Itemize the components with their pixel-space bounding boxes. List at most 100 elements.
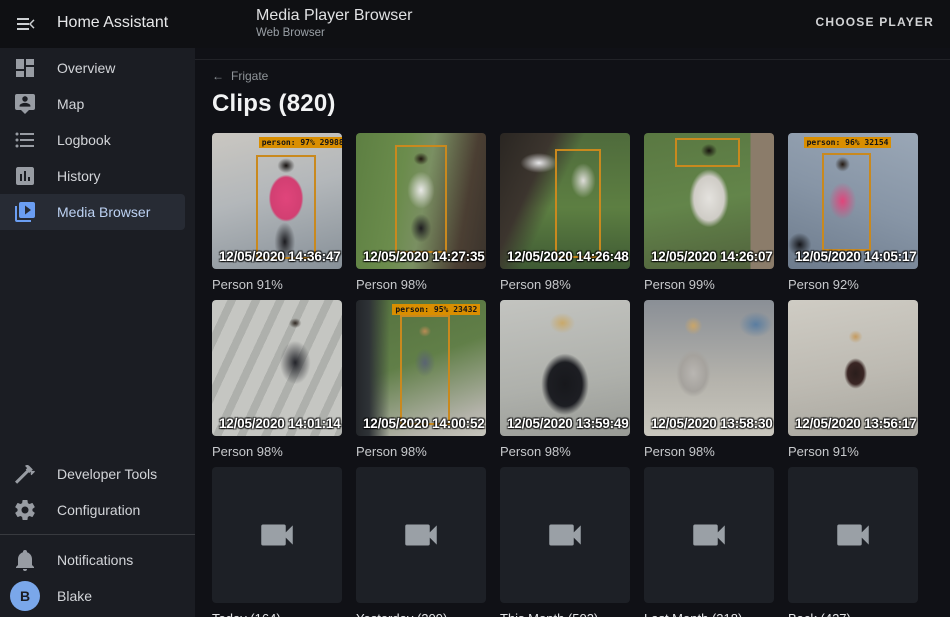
video-camera-icon xyxy=(256,514,298,556)
folder-card-last-month: Last Month (318) xyxy=(644,467,774,617)
folder-thumbnail[interactable] xyxy=(500,467,630,603)
sidebar: Overview Map Logbook History Media Brows… xyxy=(0,48,195,617)
sidebar-item-label: Overview xyxy=(57,60,115,76)
clip-caption: Person 98% xyxy=(356,276,486,294)
detection-bbox xyxy=(256,155,316,260)
sidebar-footer: Notifications B Blake xyxy=(0,542,195,617)
sidebar-item-label: Notifications xyxy=(57,552,133,568)
sidebar-spacer xyxy=(0,230,195,456)
bell-icon xyxy=(13,548,37,572)
app-bar: Home Assistant Media Player Browser Web … xyxy=(0,0,950,48)
video-camera-icon xyxy=(832,514,874,556)
clip-timestamp: 12/05/2020 13:59:49 xyxy=(507,416,629,431)
back-arrow-icon: ← xyxy=(212,69,224,83)
sidebar-item-user[interactable]: B Blake xyxy=(0,578,185,614)
clip-thumbnail[interactable]: person: 95% 23432 12/05/2020 14:00:52 xyxy=(356,300,486,436)
folder-card-back: Back (427) xyxy=(788,467,918,617)
clip-timestamp: 12/05/2020 14:36:47 xyxy=(219,249,341,264)
clip-thumbnail[interactable]: 12/05/2020 14:01:14 xyxy=(212,300,342,436)
clip-thumbnail[interactable]: 12/05/2020 14:26:48 xyxy=(500,133,630,269)
clip-caption: Person 92% xyxy=(788,276,918,294)
page-title: Media Player Browser xyxy=(256,6,413,26)
detection-label: person: 97% 29988 xyxy=(259,137,342,148)
sidebar-toggle-icon[interactable] xyxy=(14,12,38,36)
breadcrumb-label: Frigate xyxy=(231,69,268,83)
clip-card: 12/05/2020 14:27:35 Person 98% xyxy=(356,133,486,294)
page-header: Media Player Browser Web Browser xyxy=(256,6,413,40)
video-camera-icon xyxy=(688,514,730,556)
app-title: Home Assistant xyxy=(57,14,168,32)
folder-card-yesterday: Yesterday (209) xyxy=(356,467,486,617)
sidebar-item-label: Map xyxy=(57,96,84,112)
sidebar-item-overview[interactable]: Overview xyxy=(0,50,185,86)
clip-caption: Person 98% xyxy=(212,443,342,461)
folder-card-this-month: This Month (502) xyxy=(500,467,630,617)
dashboard-icon xyxy=(13,56,37,80)
user-name: Blake xyxy=(57,588,92,604)
clip-timestamp: 12/05/2020 13:56:17 xyxy=(795,416,917,431)
sidebar-item-history[interactable]: History xyxy=(0,158,185,194)
sidebar-item-configuration[interactable]: Configuration xyxy=(0,492,185,528)
video-camera-icon xyxy=(544,514,586,556)
folder-card-today: Today (164) xyxy=(212,467,342,617)
folder-thumbnail[interactable] xyxy=(212,467,342,603)
clip-thumbnail[interactable]: 12/05/2020 13:58:30 xyxy=(644,300,774,436)
clip-card: 12/05/2020 13:56:17 Person 91% xyxy=(788,300,918,461)
detection-bbox xyxy=(400,315,449,425)
hammer-icon xyxy=(13,462,37,486)
sidebar-divider xyxy=(0,534,195,535)
clip-timestamp: 12/05/2020 14:01:14 xyxy=(219,416,341,431)
detection-bbox xyxy=(395,145,447,252)
clip-card: 12/05/2020 14:26:07 Person 99% xyxy=(644,133,774,294)
folder-thumbnail[interactable] xyxy=(644,467,774,603)
sidebar-item-developer-tools[interactable]: Developer Tools xyxy=(0,456,185,492)
clip-timestamp: 12/05/2020 14:26:48 xyxy=(507,249,629,264)
sidebar-item-logbook[interactable]: Logbook xyxy=(0,122,185,158)
clip-thumbnail[interactable]: 12/05/2020 13:56:17 xyxy=(788,300,918,436)
clip-card: person: 95% 23432 12/05/2020 14:00:52 Pe… xyxy=(356,300,486,461)
clip-card: 12/05/2020 14:26:48 Person 98% xyxy=(500,133,630,294)
clip-thumbnail[interactable]: 12/05/2020 13:59:49 xyxy=(500,300,630,436)
avatar: B xyxy=(10,581,40,611)
folder-caption: Today (164) xyxy=(212,610,342,617)
choose-player-button[interactable]: CHOOSE PLAYER xyxy=(815,15,934,29)
sidebar-item-label: Logbook xyxy=(57,132,111,148)
clip-caption: Person 98% xyxy=(500,276,630,294)
clips-grid: person: 97% 29988 12/05/2020 14:36:47 Pe… xyxy=(212,133,934,617)
clip-caption: Person 98% xyxy=(356,443,486,461)
clip-thumbnail[interactable]: person: 96% 32154 12/05/2020 14:05:17 xyxy=(788,133,918,269)
clip-thumbnail[interactable]: person: 97% 29988 12/05/2020 14:36:47 xyxy=(212,133,342,269)
folder-caption: This Month (502) xyxy=(500,610,630,617)
page-section-title: Clips (820) xyxy=(212,90,934,118)
detection-bbox xyxy=(555,149,602,258)
clip-timestamp: 12/05/2020 14:26:07 xyxy=(651,249,773,264)
sidebar-item-notifications[interactable]: Notifications xyxy=(0,542,185,578)
folder-caption: Back (427) xyxy=(788,610,918,617)
chart-box-icon xyxy=(13,164,37,188)
video-camera-icon xyxy=(400,514,442,556)
media-browser-content: ← Frigate Clips (820) person: 97% 29988 … xyxy=(195,48,950,617)
breadcrumb-back[interactable]: ← Frigate xyxy=(212,69,268,83)
clip-thumbnail[interactable]: 12/05/2020 14:26:07 xyxy=(644,133,774,269)
clip-card: person: 97% 29988 12/05/2020 14:36:47 Pe… xyxy=(212,133,342,294)
clip-card: 12/05/2020 13:58:30 Person 98% xyxy=(644,300,774,461)
clip-card: person: 96% 32154 12/05/2020 14:05:17 Pe… xyxy=(788,133,918,294)
sidebar-item-label: History xyxy=(57,168,101,184)
clip-timestamp: 12/05/2020 14:00:52 xyxy=(363,416,485,431)
gear-icon xyxy=(13,498,37,522)
header-divider xyxy=(195,48,950,60)
folder-thumbnail[interactable] xyxy=(788,467,918,603)
folder-thumbnail[interactable] xyxy=(356,467,486,603)
list-icon xyxy=(13,128,37,152)
sidebar-item-map[interactable]: Map xyxy=(0,86,185,122)
sidebar-item-media-browser[interactable]: Media Browser xyxy=(0,194,185,230)
clip-thumbnail[interactable]: 12/05/2020 14:27:35 xyxy=(356,133,486,269)
clip-timestamp: 12/05/2020 14:05:17 xyxy=(795,249,917,264)
map-account-icon xyxy=(13,92,37,116)
folder-caption: Yesterday (209) xyxy=(356,610,486,617)
clip-caption: Person 99% xyxy=(644,276,774,294)
page-subtitle: Web Browser xyxy=(256,26,413,40)
clip-caption: Person 98% xyxy=(644,443,774,461)
detection-bbox xyxy=(675,138,740,167)
detection-bbox xyxy=(822,153,871,251)
